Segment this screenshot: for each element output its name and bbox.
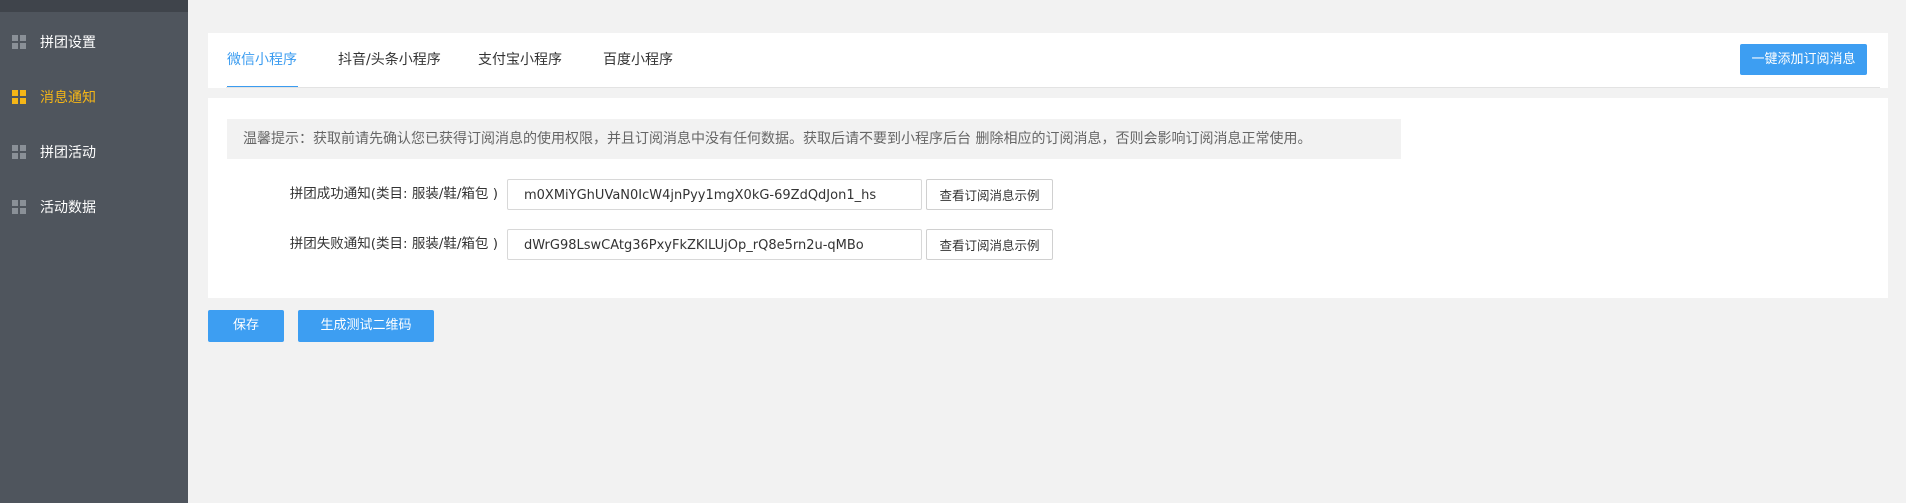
sidebar-item-label: 拼团设置	[40, 35, 96, 51]
grid-icon	[12, 90, 26, 104]
sidebar-item-group-settings[interactable]: 拼团设置	[0, 27, 188, 57]
sidebar-item-label: 拼团活动	[40, 145, 96, 161]
sidebar-top-bar	[0, 0, 188, 12]
generate-test-qrcode-button[interactable]: 生成测试二维码	[298, 310, 434, 342]
fail-notify-label: 拼团失败通知(类目: 服装/鞋/箱包 )	[289, 236, 498, 252]
tab-baidu-miniprogram[interactable]: 百度小程序	[603, 33, 673, 87]
grid-icon	[12, 200, 26, 214]
sidebar-item-label: 消息通知	[40, 90, 96, 106]
sidebar-item-activity-data[interactable]: 活动数据	[0, 192, 188, 222]
sidebar-item-label: 活动数据	[40, 200, 96, 216]
warning-tip: 温馨提示：获取前请先确认您已获得订阅消息的使用权限，并且订阅消息中没有任何数据。…	[227, 119, 1401, 159]
sidebar-item-group-activity[interactable]: 拼团活动	[0, 137, 188, 167]
form-card: 温馨提示：获取前请先确认您已获得订阅消息的使用权限，并且订阅消息中没有任何数据。…	[208, 98, 1888, 298]
view-example-button[interactable]: 查看订阅消息示例	[926, 229, 1053, 260]
tab-wechat-miniprogram[interactable]: 微信小程序	[227, 33, 297, 87]
save-button[interactable]: 保存	[208, 310, 284, 342]
success-notify-label: 拼团成功通知(类目: 服装/鞋/箱包 )	[289, 186, 498, 202]
tab-alipay-miniprogram[interactable]: 支付宝小程序	[478, 33, 562, 87]
add-subscription-button[interactable]: 一键添加订阅消息	[1740, 44, 1867, 75]
tabs-divider	[226, 87, 1880, 88]
fail-template-id-input[interactable]: dWrG98LswCAtg36PxyFkZKlLUjOp_rQ8e5rn2u-q…	[507, 229, 922, 260]
tab-douyin-miniprogram[interactable]: 抖音/头条小程序	[338, 33, 441, 87]
tabs-card: 微信小程序 抖音/头条小程序 支付宝小程序 百度小程序 一键添加订阅消息	[208, 33, 1888, 88]
sidebar: 拼团设置 消息通知 拼团活动 活动数据	[0, 0, 188, 503]
success-template-id-input[interactable]: m0XMiYGhUVaN0IcW4jnPyy1mgX0kG-69ZdQdJon1…	[507, 179, 922, 210]
grid-icon	[12, 145, 26, 159]
grid-icon	[12, 35, 26, 49]
sidebar-item-message-notify[interactable]: 消息通知	[0, 82, 188, 112]
view-example-button[interactable]: 查看订阅消息示例	[926, 179, 1053, 210]
